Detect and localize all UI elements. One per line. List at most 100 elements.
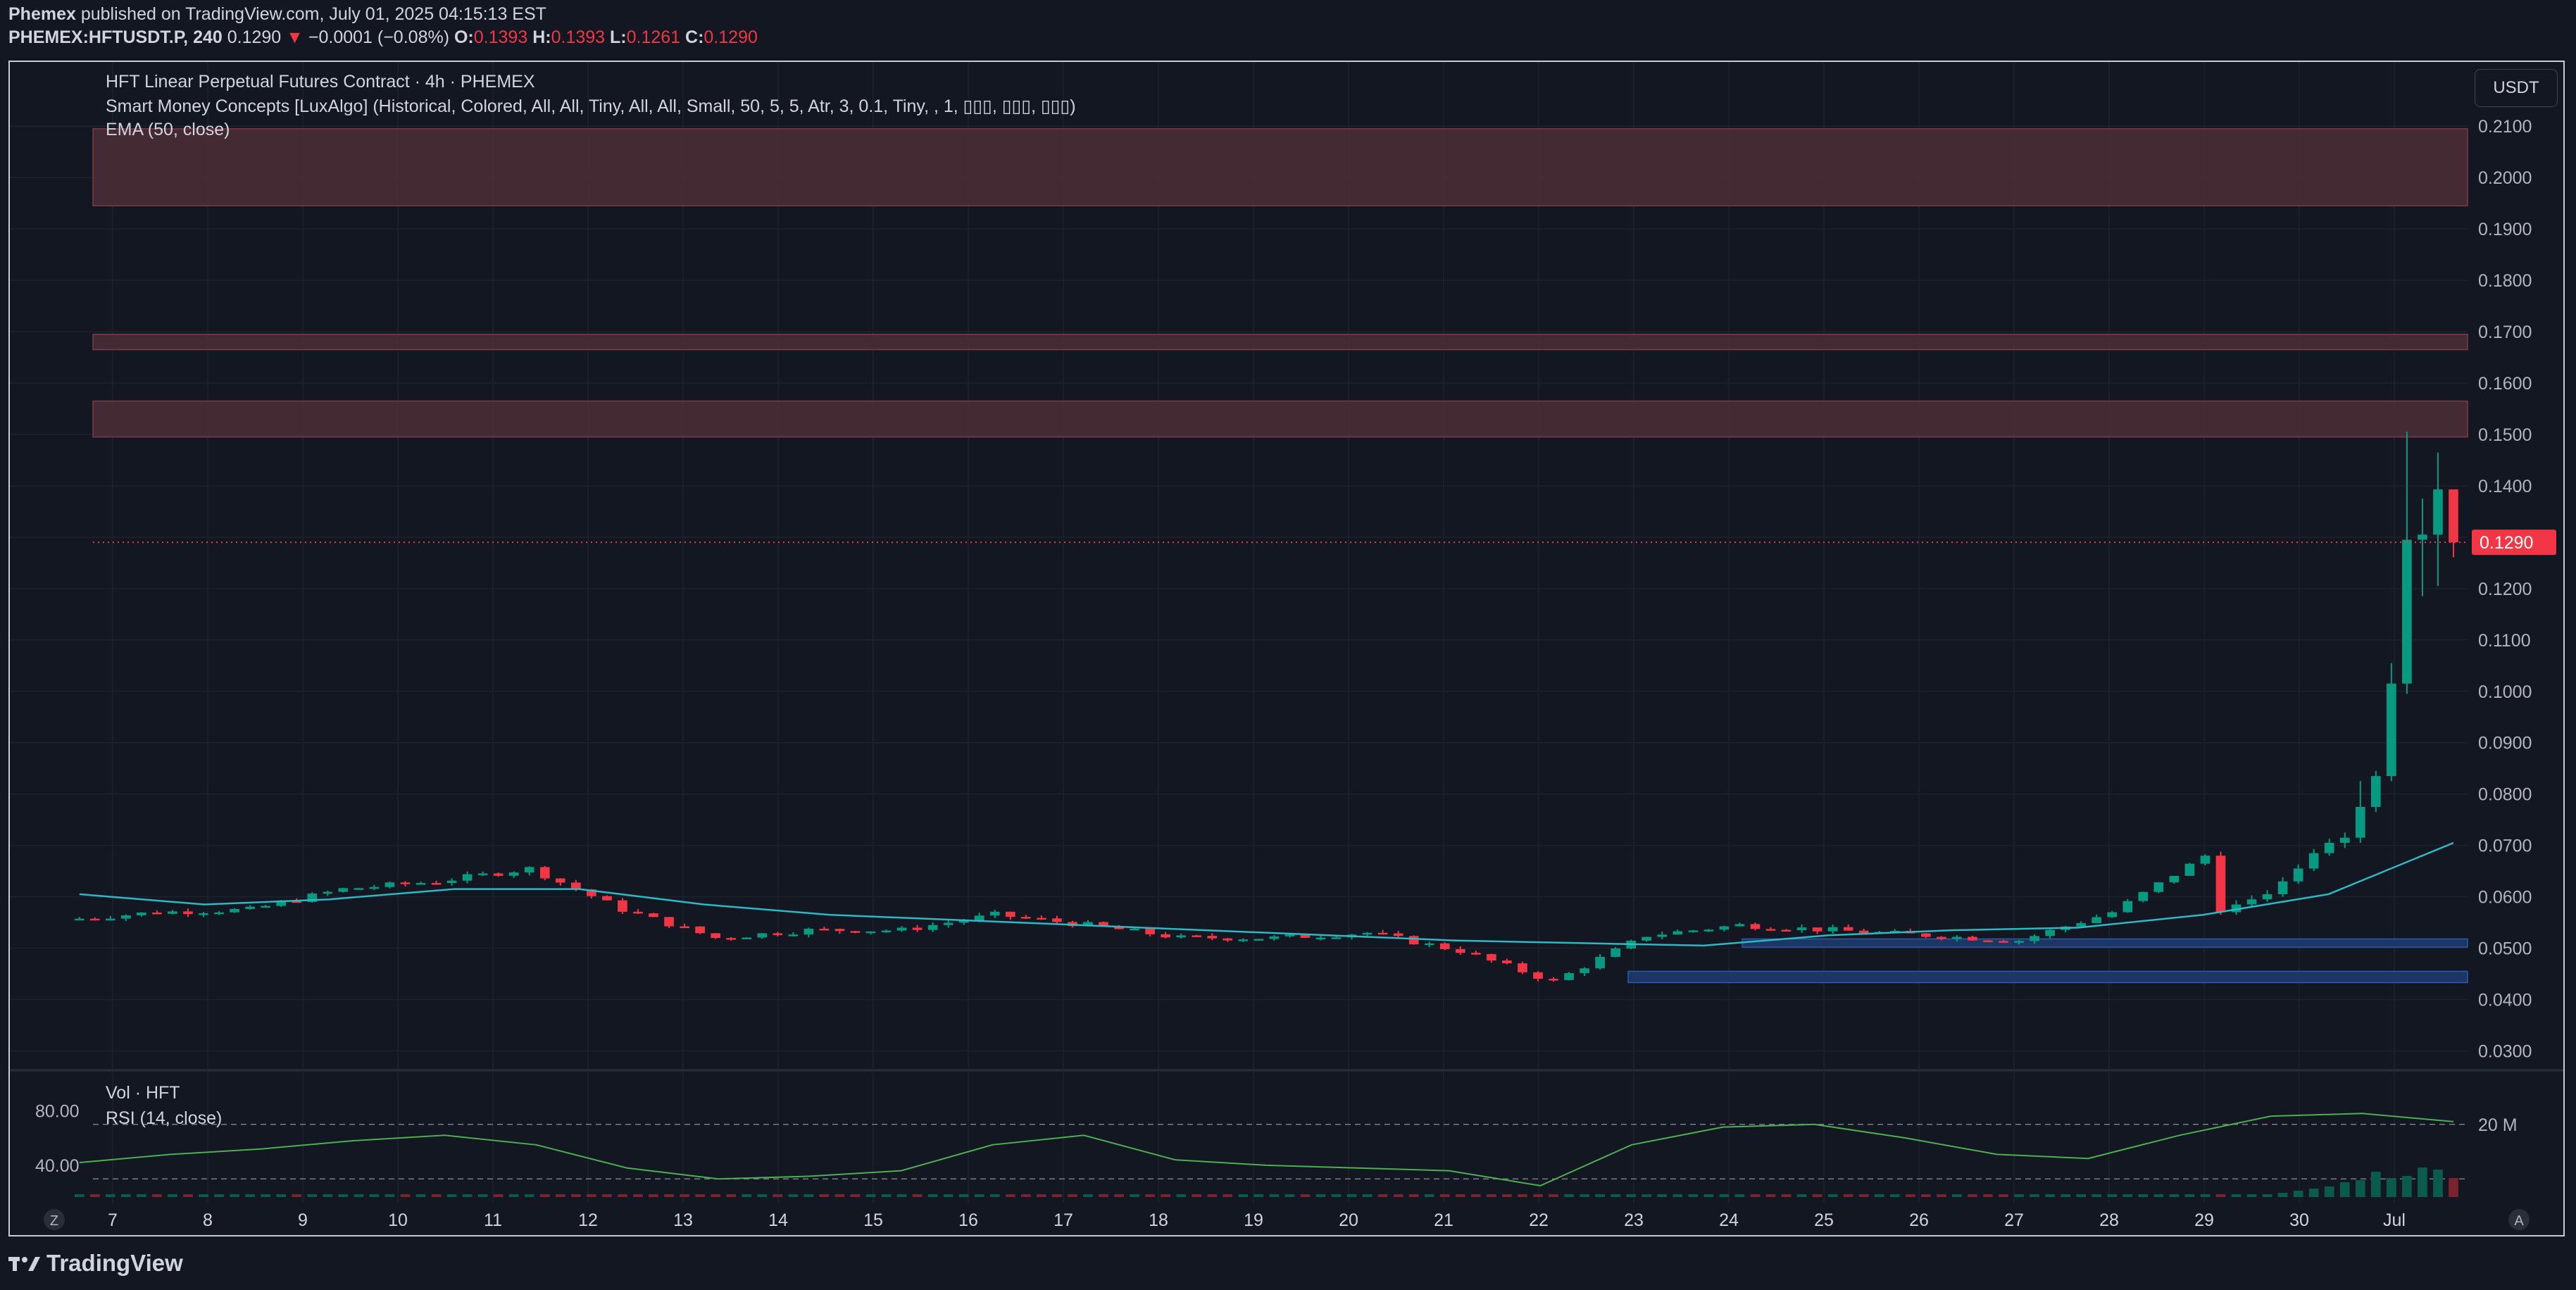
candle-body[interactable] [1580, 968, 1589, 974]
candle-body[interactable] [338, 888, 349, 892]
candle-body[interactable] [137, 912, 146, 915]
candle-body[interactable] [121, 915, 131, 919]
candle-body[interactable] [1968, 937, 1977, 941]
candle-body[interactable] [927, 925, 938, 930]
candle-body[interactable] [633, 911, 643, 914]
candle-body[interactable] [1595, 956, 1605, 969]
candle-body[interactable] [89, 918, 100, 921]
candle-body[interactable] [1130, 928, 1139, 931]
candle-body[interactable] [1145, 928, 1155, 934]
candle-body[interactable] [912, 927, 923, 930]
candle-body[interactable] [2153, 882, 2164, 892]
candle-body[interactable] [2433, 489, 2443, 535]
chart-frame[interactable]: 0.2100 0.2000 0.1900 0.1800 0.1700 0.1600 0.15… [8, 61, 2565, 1236]
candle-body[interactable] [323, 891, 333, 894]
candle-body[interactable] [881, 930, 892, 933]
candle-body[interactable] [1812, 927, 1822, 932]
candle-body[interactable] [1192, 935, 1202, 937]
candle-body[interactable] [1223, 938, 1233, 941]
candle-body[interactable] [1005, 911, 1015, 918]
candle-body[interactable] [2122, 901, 2133, 913]
candle-body[interactable] [1408, 936, 1419, 945]
candle-body[interactable] [1688, 930, 1699, 932]
candle-body[interactable] [2324, 842, 2334, 853]
candle-body[interactable] [773, 933, 783, 936]
candle-body[interactable] [105, 918, 115, 921]
candle-body[interactable] [493, 873, 504, 876]
candle-body[interactable] [369, 887, 380, 889]
candle-body[interactable] [2076, 922, 2087, 927]
candle-body[interactable] [1533, 972, 1543, 979]
candle-body[interactable] [152, 912, 162, 915]
candle-body[interactable] [1719, 926, 1730, 930]
candle-body[interactable] [183, 911, 193, 915]
candle-body[interactable] [415, 882, 426, 885]
candle-body[interactable] [989, 911, 1000, 916]
candle-body[interactable] [1518, 963, 1527, 972]
candle-body[interactable] [2107, 912, 2118, 918]
candle-body[interactable] [2277, 881, 2288, 894]
candle-body[interactable] [602, 896, 612, 901]
candle-body[interactable] [2138, 891, 2149, 901]
candle-body[interactable] [2092, 917, 2102, 923]
candle-body[interactable] [2246, 899, 2257, 905]
candle-body[interactable] [1843, 927, 1853, 931]
candle-body[interactable] [1176, 935, 1187, 938]
candle-body[interactable] [74, 918, 85, 921]
candle-body[interactable] [1734, 924, 1745, 927]
candle-body[interactable] [1021, 917, 1031, 919]
candle-body[interactable] [1642, 937, 1652, 941]
candle-body[interactable] [2030, 936, 2039, 941]
candle-body[interactable] [245, 906, 255, 909]
candle-body[interactable] [431, 882, 442, 885]
candle-body[interactable] [1921, 933, 1931, 937]
chart-canvas[interactable]: 0.2100 0.2000 0.1900 0.1800 0.1700 0.1600 0.15… [10, 62, 2563, 1235]
candle-body[interactable] [1331, 937, 1342, 939]
candle-body[interactable] [462, 874, 473, 881]
candle-body[interactable] [618, 900, 627, 912]
candle-body[interactable] [1672, 931, 1683, 935]
candle-body[interactable] [850, 931, 861, 933]
candle-body[interactable] [649, 913, 658, 918]
candle-body[interactable] [2355, 806, 2365, 838]
candle-body[interactable] [1611, 948, 1620, 957]
candle-body[interactable] [1999, 941, 2008, 943]
candle-body[interactable] [695, 926, 705, 934]
candle-body[interactable] [2387, 683, 2396, 777]
candle-body[interactable] [230, 908, 239, 913]
candle-body[interactable] [2339, 837, 2350, 843]
candle-body[interactable] [214, 912, 224, 915]
candle-body[interactable] [555, 878, 565, 883]
candle-body[interactable] [2184, 863, 2195, 876]
candle-body[interactable] [1362, 932, 1373, 935]
candle-body[interactable] [1937, 937, 1946, 939]
candle-body[interactable] [1052, 918, 1062, 922]
candle-body[interactable] [788, 934, 799, 937]
candle-body[interactable] [508, 872, 519, 876]
candle-body[interactable] [261, 906, 270, 908]
candle-body[interactable] [2418, 534, 2427, 540]
candle-body[interactable] [1657, 934, 1668, 937]
candle-body[interactable] [1703, 929, 1714, 932]
candle-body[interactable] [477, 873, 488, 875]
candle-body[interactable] [1952, 937, 1962, 939]
candle-body[interactable] [2262, 894, 2272, 900]
candle-body[interactable] [865, 931, 876, 934]
candle-body[interactable] [726, 938, 737, 940]
candle-body[interactable] [974, 915, 984, 921]
candle-body[interactable] [539, 867, 550, 879]
candle-body[interactable] [384, 882, 395, 887]
candle-body[interactable] [1238, 939, 1249, 941]
candle-body[interactable] [1284, 934, 1295, 937]
candle-body[interactable] [1765, 929, 1776, 931]
candle-body[interactable] [2402, 539, 2412, 684]
candle-body[interactable] [2370, 776, 2381, 807]
candle-body[interactable] [1983, 940, 1993, 943]
candle-body[interactable] [2169, 875, 2180, 883]
candle-body[interactable] [2215, 856, 2226, 913]
candle-body[interactable] [1858, 930, 1869, 934]
candle-body[interactable] [400, 882, 411, 884]
candle-body[interactable] [2014, 941, 2024, 943]
candle-body[interactable] [168, 911, 177, 914]
candle-body[interactable] [1750, 924, 1761, 929]
